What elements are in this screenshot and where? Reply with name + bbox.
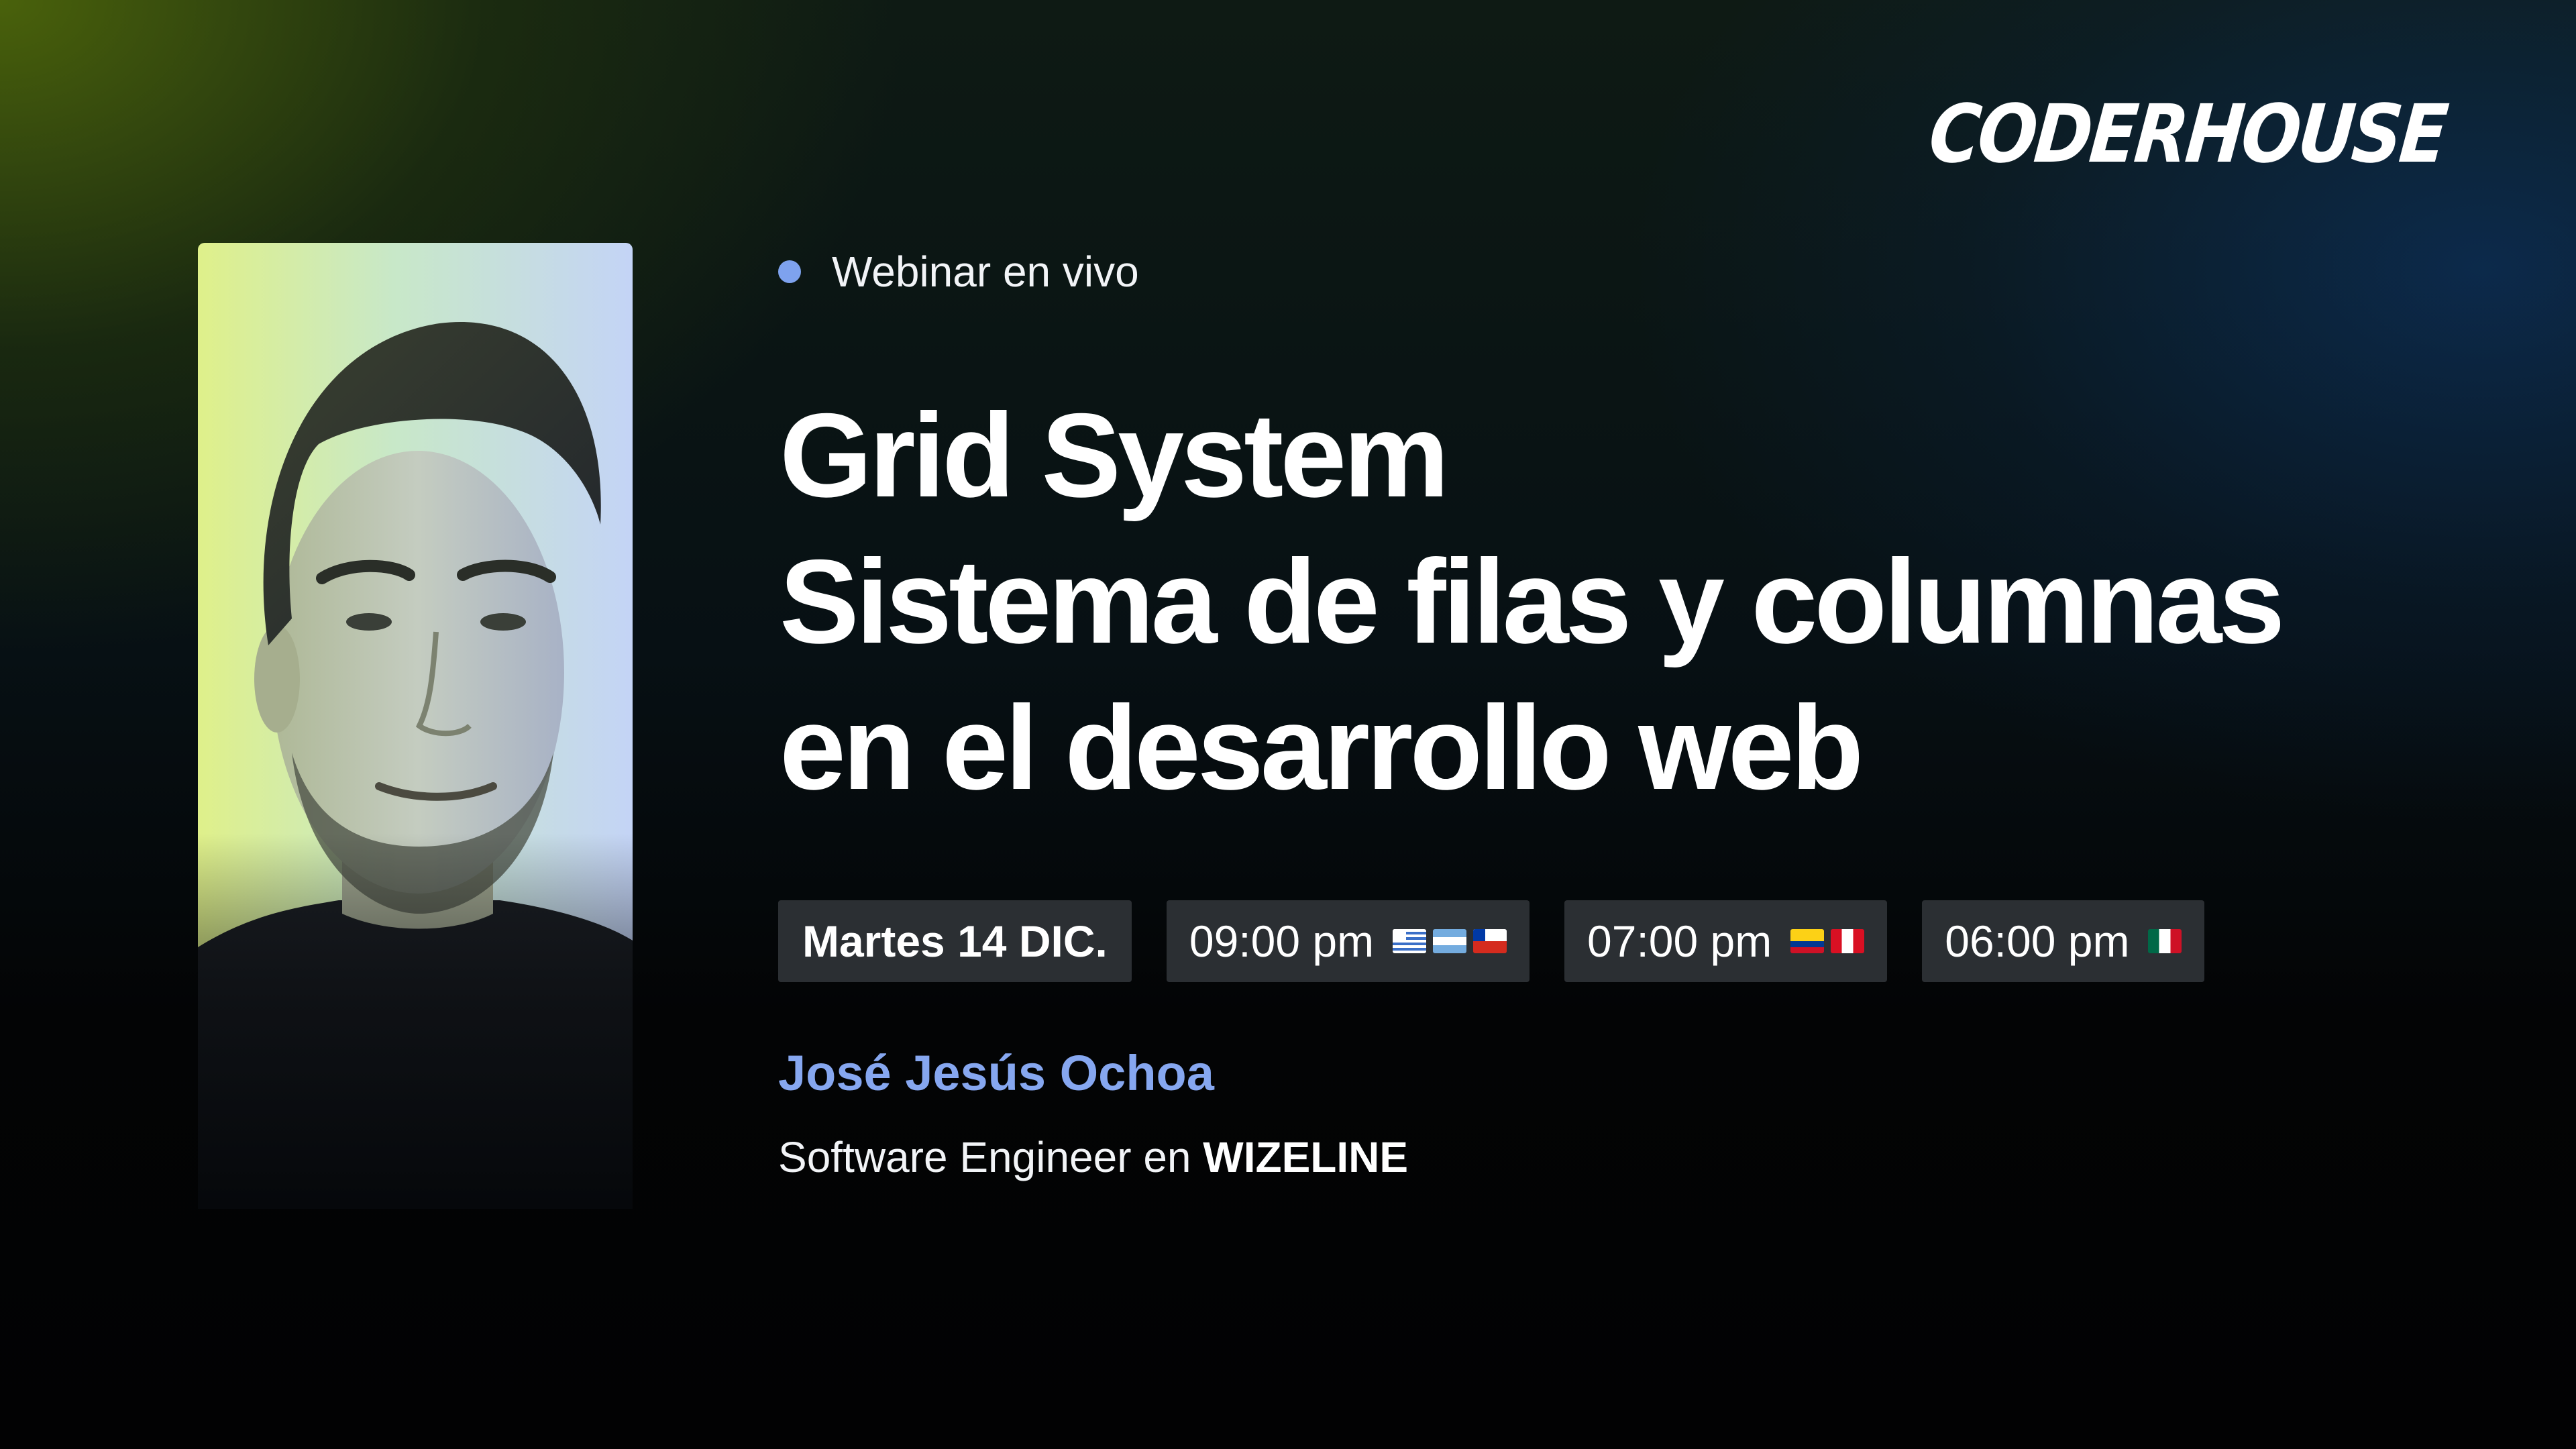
argentina-flag-icon <box>1433 929 1467 953</box>
coderhouse-logo: CODERHOUSE <box>1925 87 2449 181</box>
live-dot-icon <box>778 260 801 283</box>
time-chip: 09:00 pm <box>1166 900 1530 982</box>
speaker-name: José Jesús Ochoa <box>778 1045 1214 1101</box>
speaker-photo <box>198 243 633 1209</box>
peru-flag-icon <box>1831 929 1865 953</box>
title-line-1: Grid System <box>780 388 1450 522</box>
speaker-role-prefix: Software Engineer en <box>778 1133 1191 1181</box>
flag-group <box>1393 929 1507 953</box>
speaker-role: Software Engineer en WIZELINE <box>778 1130 1408 1184</box>
photo-fade-overlay <box>198 833 633 1209</box>
chile-flag-icon <box>1473 929 1507 953</box>
speaker-company: WIZELINE <box>1203 1133 1409 1181</box>
webinar-banner: CODERHOUSE Webinar en vivo Grid System S… <box>0 0 2576 1449</box>
title-line-3: en el desarrollo web <box>780 681 1864 814</box>
time-label: 09:00 pm <box>1189 916 1375 966</box>
live-badge: Webinar en vivo <box>778 248 1139 296</box>
mexico-flag-icon <box>2148 929 2182 953</box>
time-label: 07:00 pm <box>1587 916 1772 966</box>
webinar-title: Grid System Sistema de filas y columnas … <box>780 382 2285 821</box>
flag-group <box>2148 929 2182 953</box>
schedule-chips: Martes 14 DIC. 09:00 pm 07:00 pm 06:00 p… <box>778 900 2205 982</box>
live-badge-label: Webinar en vivo <box>832 248 1139 296</box>
flag-group <box>1790 929 1865 953</box>
date-chip: Martes 14 DIC. <box>778 900 1132 982</box>
time-chip: 07:00 pm <box>1564 900 1888 982</box>
colombia-flag-icon <box>1790 929 1825 953</box>
time-chip: 06:00 pm <box>1922 900 2205 982</box>
title-line-2: Sistema de filas y columnas <box>780 535 2285 668</box>
time-label: 06:00 pm <box>1945 916 2130 966</box>
uruguay-flag-icon <box>1393 929 1427 953</box>
